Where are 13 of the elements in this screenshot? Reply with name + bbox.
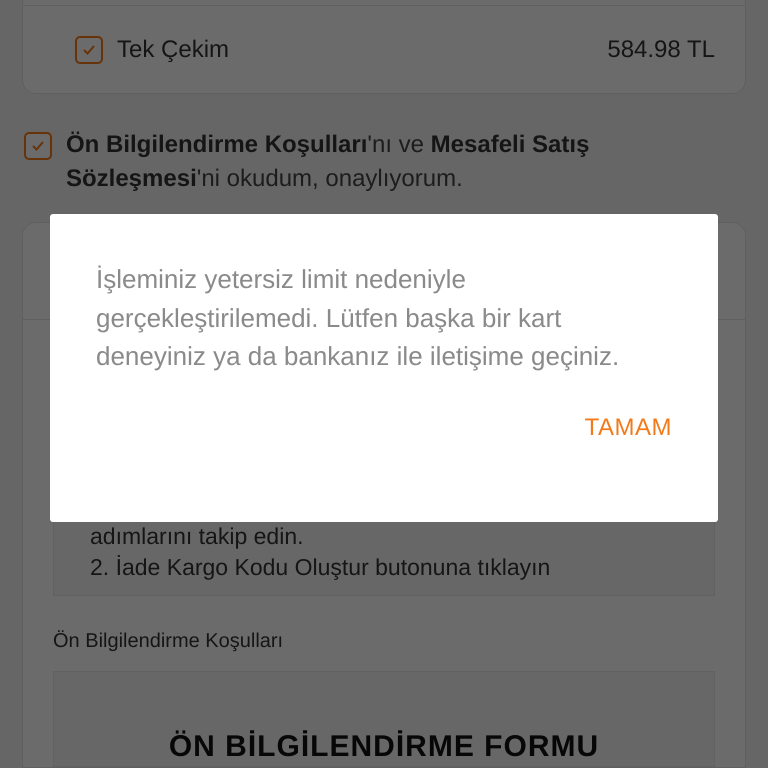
payment-amount: 584.98 TL: [607, 36, 715, 64]
checkbox[interactable]: [75, 36, 103, 64]
checkbox[interactable]: [24, 132, 52, 160]
check-icon: [31, 140, 45, 152]
dialog-message: İşleminiz yetersiz limit nedeniyle gerçekleştirilemedi. Lütfen başka bir kart deneyiniz ya da bankanız ile iletişime geçiniz.: [96, 263, 620, 373]
agreement-text: Ön Bilgilendirme Koşulları'nı ve Mesafeli Satış Sözleşmesi'ni okudum, onaylıyorum.: [66, 130, 590, 194]
section-title: Ön Bilgilendirme Koşulları: [53, 630, 284, 653]
check-icon: [82, 44, 96, 56]
payment-option-label: Tek Çekim: [117, 36, 230, 64]
document-heading: ÖN BİLGİLENDİRME FORMU: [168, 730, 600, 764]
ok-button[interactable]: TAMAM: [578, 406, 678, 450]
instruction-line: 2. İade Kargo Kodu Oluştur butonuna tıklayın: [90, 553, 552, 582]
instruction-line: adımlarını takip edin.: [90, 522, 305, 551]
